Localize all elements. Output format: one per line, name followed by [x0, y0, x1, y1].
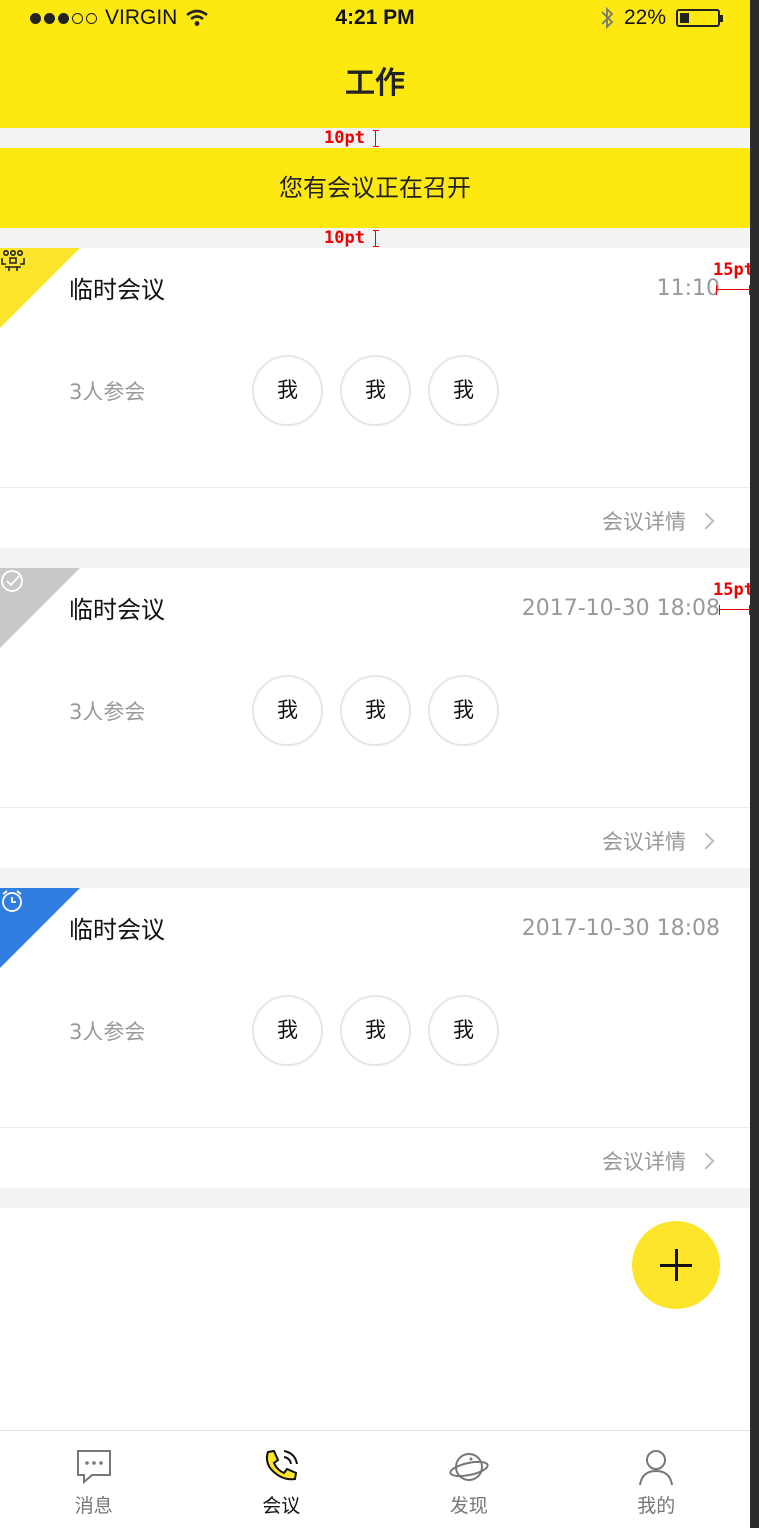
meeting-detail-label: 会议详情 [602, 1150, 686, 1174]
annotation-margin-right: 15pt [713, 260, 750, 280]
attendee-count: 3人参会 [69, 1020, 146, 1044]
tab-bar: 消息 会议 发现 我的 [0, 1430, 750, 1528]
divider [0, 1127, 750, 1128]
tab-label: 发现 [449, 1495, 488, 1517]
chevron-right-icon [697, 832, 715, 850]
person-icon [639, 1450, 674, 1486]
meeting-card[interactable]: 临时会议 2017-10-30 18:08 3人参会 我 我 我 会议详情 [0, 568, 750, 868]
meeting-time: 11:10 [656, 276, 720, 301]
meeting-card[interactable]: 临时会议 11:10 3人参会 我 我 我 会议详情 [0, 248, 750, 548]
avatar[interactable]: 我 [428, 355, 499, 426]
divider [0, 487, 750, 488]
spacer [0, 548, 750, 568]
window-edge [750, 0, 759, 1528]
chevron-right-icon [697, 512, 715, 530]
meeting-detail-label: 会议详情 [602, 830, 686, 854]
annotation-marker [373, 230, 379, 247]
annotation-marker [719, 605, 750, 615]
status-corner [0, 248, 80, 328]
annotation-marker [716, 285, 750, 295]
avatar[interactable]: 我 [340, 355, 411, 426]
phone-screen: VIRGIN 4:21 PM 22% 工作 10pt 您有会议正在召开 10pt [0, 0, 750, 1528]
meeting-card[interactable]: 临时会议 2017-10-30 18:08 3人参会 我 我 我 会议详情 [0, 888, 750, 1188]
phone-call-icon [266, 1449, 299, 1481]
spacer [0, 868, 750, 888]
tab-discover[interactable]: 发现 [375, 1431, 563, 1528]
meeting-time: 2017-10-30 18:08 [521, 596, 720, 621]
meeting-detail-label: 会议详情 [602, 510, 686, 534]
avatar[interactable]: 我 [428, 995, 499, 1066]
tab-meetings[interactable]: 会议 [188, 1431, 376, 1528]
avatar[interactable]: 我 [252, 995, 323, 1066]
status-bar: VIRGIN 4:21 PM 22% [0, 0, 750, 40]
attendee-list: 我 我 我 [252, 675, 499, 746]
attendee-list: 我 我 我 [252, 995, 499, 1066]
ongoing-meeting-banner[interactable]: 您有会议正在召开 [0, 148, 750, 228]
avatar[interactable]: 我 [428, 675, 499, 746]
attendee-count: 3人参会 [69, 380, 146, 404]
tab-label: 消息 [74, 1495, 113, 1517]
annotation-margin-right: 15pt [713, 580, 750, 600]
annotation-gap-bottom: 10pt [324, 228, 365, 248]
battery-icon [676, 9, 723, 27]
avatar[interactable]: 我 [340, 675, 411, 746]
annotation-marker [373, 130, 379, 147]
meeting-time: 2017-10-30 18:08 [521, 916, 720, 941]
meeting-title: 临时会议 [69, 276, 165, 304]
meeting-detail-link[interactable]: 会议详情 [602, 506, 715, 536]
page-title: 工作 [0, 40, 750, 128]
check-circle-icon [1, 570, 23, 592]
avatar[interactable]: 我 [252, 675, 323, 746]
spacer [0, 1188, 750, 1208]
meeting-detail-link[interactable]: 会议详情 [602, 826, 715, 856]
tab-profile[interactable]: 我的 [563, 1431, 751, 1528]
status-right: 22% [600, 6, 723, 30]
attendee-list: 我 我 我 [252, 355, 499, 426]
avatar[interactable]: 我 [252, 355, 323, 426]
status-corner [0, 888, 80, 968]
meeting-title: 临时会议 [69, 596, 165, 624]
divider [0, 807, 750, 808]
avatar[interactable]: 我 [340, 995, 411, 1066]
attendee-count: 3人参会 [69, 700, 146, 724]
battery-percent: 22% [623, 6, 666, 29]
tab-messages[interactable]: 消息 [0, 1431, 188, 1528]
annotation-gap-top: 10pt [324, 128, 365, 148]
meeting-detail-link[interactable]: 会议详情 [602, 1146, 715, 1176]
add-meeting-button[interactable] [632, 1221, 720, 1309]
planet-icon [449, 1453, 489, 1481]
chat-bubble-icon [76, 1450, 111, 1485]
alarm-clock-icon [2, 890, 22, 912]
tab-label: 我的 [637, 1495, 676, 1517]
tab-label: 会议 [262, 1495, 301, 1517]
status-corner [0, 568, 80, 648]
chevron-right-icon [697, 1152, 715, 1170]
meeting-people-icon [1, 249, 25, 271]
meeting-title: 临时会议 [69, 916, 165, 944]
bluetooth-icon [601, 6, 614, 30]
